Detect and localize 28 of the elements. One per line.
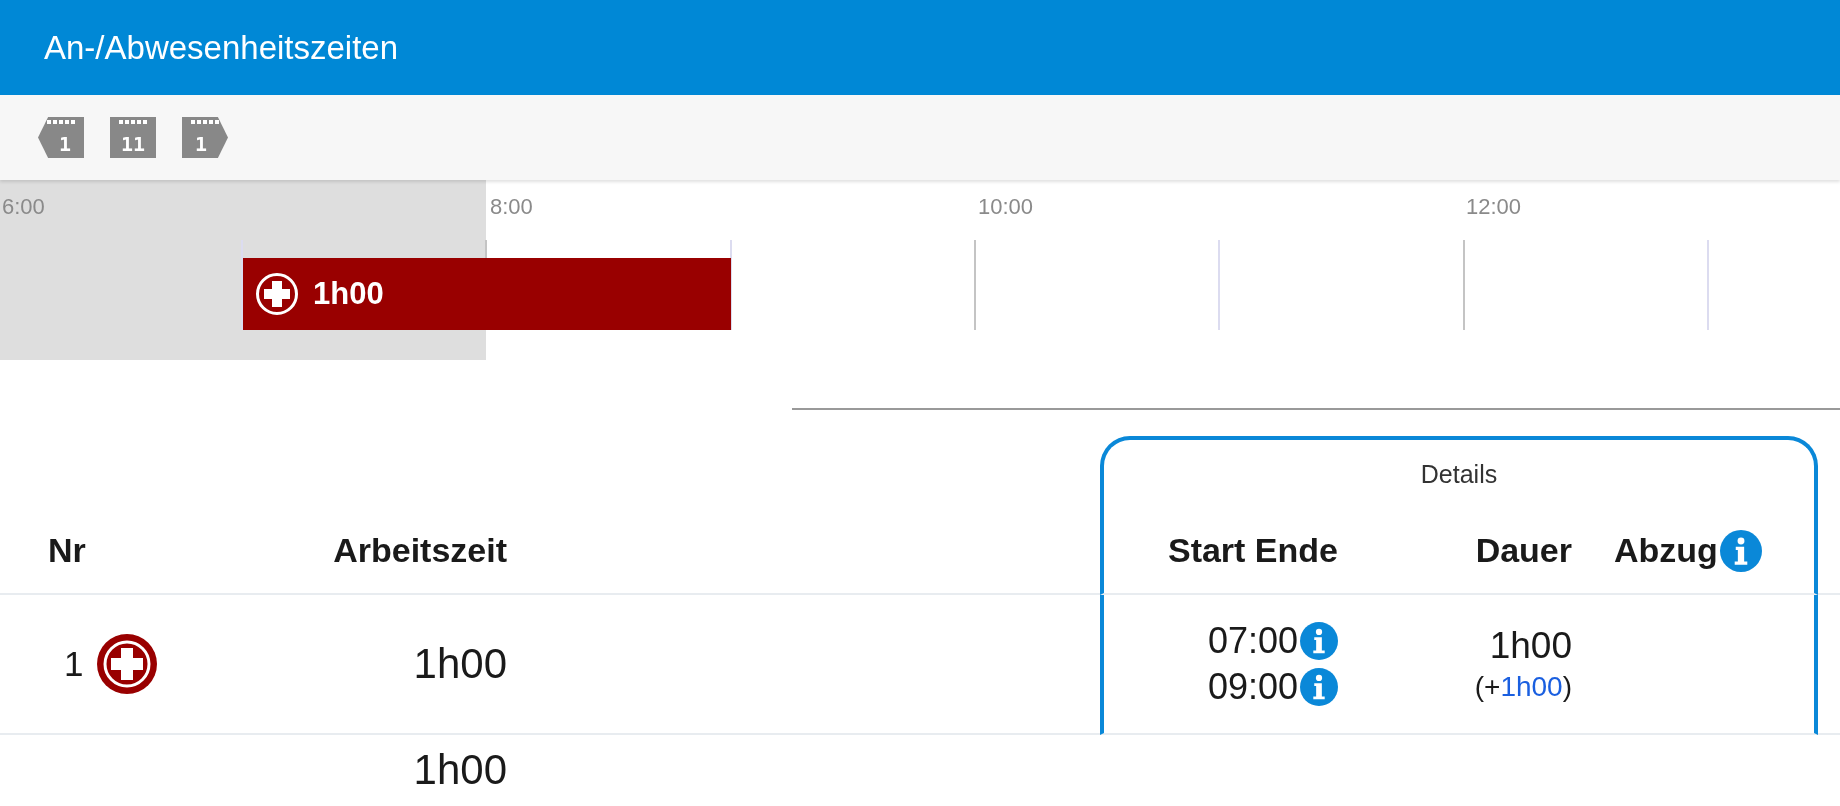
hour-label: 10:00 [978, 194, 1034, 220]
column-header: Nr [48, 531, 86, 570]
window-title: An-/Abwesenheitszeiten [44, 28, 399, 67]
medical-cross-icon [255, 272, 299, 316]
hour-label: 8:00 [490, 194, 533, 220]
column-header: Arbeitszeit [333, 531, 507, 570]
absence-bar[interactable]: 1h00 [243, 258, 731, 330]
extra-duration: (+1h00) [1474, 671, 1572, 703]
column-header: Abzug [1614, 531, 1718, 570]
previous-day-button[interactable]: 1 [38, 117, 84, 158]
end-time: 09:00 [1207, 666, 1298, 708]
bar-duration: 1h00 [313, 276, 384, 312]
total-work-time: 1h00 [413, 745, 507, 794]
row-number: 1 [64, 644, 84, 684]
today-button[interactable]: 11 [110, 117, 156, 158]
column-header: Start Ende [1167, 531, 1338, 570]
hour-label: 6:00 [2, 194, 45, 220]
duration: 1h00 [1489, 625, 1572, 667]
start-time: 07:00 [1207, 620, 1298, 662]
column-header: Dauer [1475, 531, 1572, 570]
details-title: Details [1420, 459, 1498, 489]
work-time: 1h00 [413, 640, 507, 688]
medical-cross-icon [97, 634, 158, 694]
next-day-button[interactable]: 1 [182, 117, 228, 158]
info-icon[interactable] [1300, 622, 1338, 660]
hour-label: 12:00 [1466, 194, 1522, 220]
info-icon[interactable] [1300, 668, 1338, 706]
info-icon[interactable] [1719, 529, 1762, 572]
